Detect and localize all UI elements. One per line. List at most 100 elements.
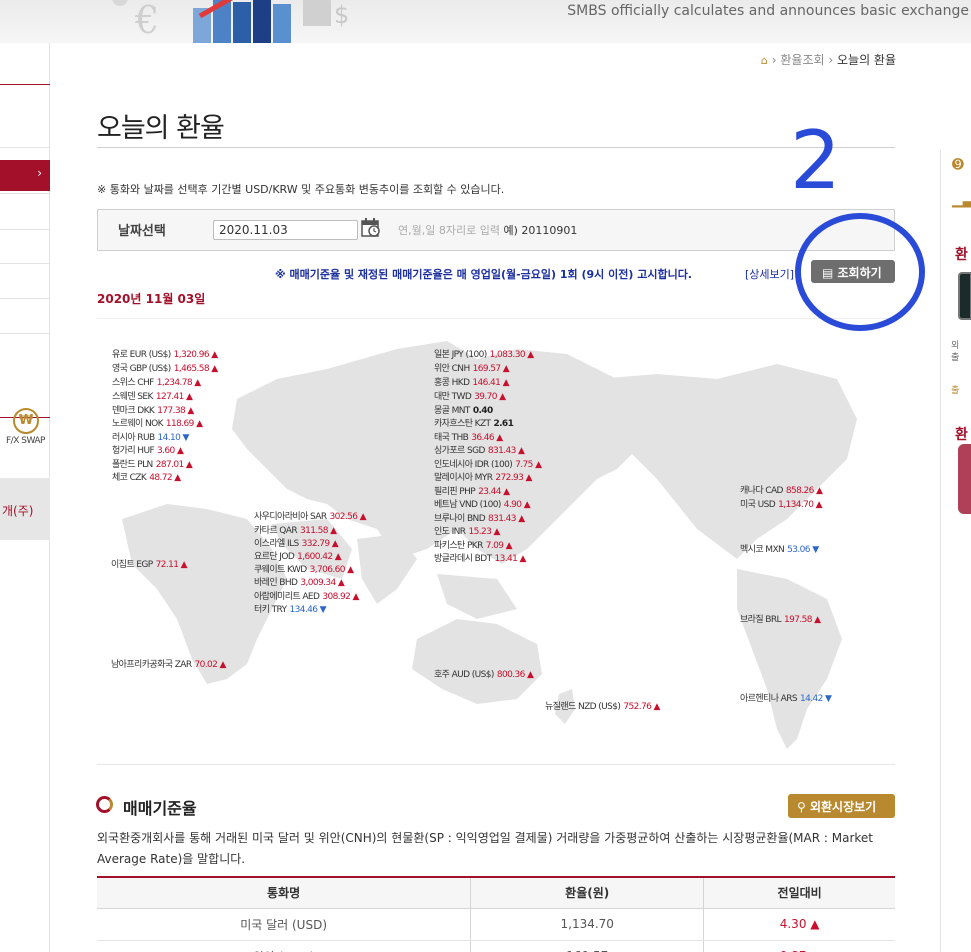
rate-item: 쿠웨이트 KWD 3,706.60 ▲ [254,564,354,576]
market-view-button[interactable]: ⚲ 외환시장보기 [788,794,895,818]
rate-item: 카타르 QAR 311.58 ▲ [254,525,337,537]
rate-item: 유로 EUR (US$) 1,320.96 ▲ [112,349,218,361]
rate-item: 브라질 BRL 197.58 ▲ [740,614,821,626]
rate-label: 터키 TRY [254,605,287,615]
rate-label: 폴란드 PLN [112,460,153,470]
rate-item: 이집트 EGP 72.11 ▲ [111,559,188,571]
date-hint-example: 예) 20110901 [503,224,578,237]
home-icon[interactable]: ⌂ [761,54,768,67]
rate-item: 스웨덴 SEK 127.41 ▲ [112,391,193,403]
currency-change: 4.30 ▲ [703,908,895,941]
column-header: 전일대비 [703,876,895,909]
rate-item: 호주 AUD (US$) 800.36 ▲ [434,669,534,681]
rate-label: 태국 THB [434,433,469,443]
rate-label: 이스라엘 ILS [254,539,299,549]
rate-label: 유로 EUR (US$) [112,350,171,360]
rate-item: 카자흐스탄 KZT 2.61 [434,418,514,430]
rate-label: 아르헨티나 ARS [740,694,798,704]
rate-item: 폴란드 PLN 287.01 ▲ [112,459,193,471]
rate-value: 118.69 [165,419,195,429]
rate-item: 뉴질랜드 NZD (US$) 752.76 ▲ [545,701,660,713]
rate-label: 스위스 CHF [112,378,154,388]
rate-value: 15.23 [468,527,492,537]
rate-item: 아르헨티나 ARS 14.42 ▼ [740,693,832,705]
calendar-icon[interactable] [361,218,381,238]
right-small-label[interactable]: 출 [951,385,959,397]
column-header: 통화명 [97,876,471,909]
rate-value: 858.26 [785,486,815,496]
rate-value: 831.43 [488,514,517,524]
svg-text:$: $ [334,1,349,29]
rate-item: 몽골 MNT 0.40 [434,405,493,417]
sidebar-divider [0,193,50,194]
rate-item: 홍콩 HKD 146.41 ▲ [434,377,509,389]
right-banner[interactable] [958,444,971,514]
rate-label: 인도 INR [434,527,466,537]
rate-label: 아랍에미리트 AED [254,592,320,602]
world-rate-map: 유로 EUR (US$) 1,320.96 ▲ 영국 GBP (US$) 1,465.… [97,318,895,765]
rate-label: 미국 USD [740,500,776,510]
arrow-up-icon: ▲ [524,670,534,680]
rate-item: 인도 INR 15.23 ▲ [434,526,500,538]
rate-label: 멕시코 MXN [740,545,785,555]
rate-item: 남아프리카공화국 ZAR 70.02 ▲ [111,659,226,671]
rate-item: 브루나이 BND 831.43 ▲ [434,513,525,525]
rate-value: 53.06 [787,545,810,555]
date-search-box: 날짜선택 연,월,일 8자리로 입력 예) 20110901 [97,209,895,251]
rate-label: 대만 TWD [434,392,472,402]
breadcrumb-current: 오늘의 환율 [836,53,896,67]
arrow-up-icon: ▲ [515,446,525,456]
rate-value: 7.75 [515,460,533,470]
rate-label: 베트남 VND (100) [434,500,501,510]
rate-item: 영국 GBP (US$) 1,465.58 ▲ [112,363,218,375]
arrow-up-icon: ▲ [517,554,526,564]
rate-item: 바레인 BHD 3,009.34 ▲ [254,577,345,589]
arrow-up-icon: ▲ [208,350,218,360]
rate-item: 위안 CNH 169.57 ▲ [434,363,510,375]
rate-item: 이스라엘 ILS 332.79 ▲ [254,538,339,550]
sidebar-divider [0,147,50,148]
rate-label: 체코 CZK [112,473,147,483]
rate-item: 필리핀 PHP 23.44 ▲ [434,486,510,498]
rate-label: 사우디아라비아 SAR [254,512,327,522]
breadcrumb-item[interactable]: 환율조회 [780,53,824,67]
rate-label: 바레인 BHD [254,578,298,588]
rate-item: 스위스 CHF 1,234.78 ▲ [112,377,201,389]
rate-label: 덴마크 DKK [112,406,155,416]
arrow-up-icon: ▲ [350,592,359,602]
rate-item: 파키스탄 PKR 7.09 ▲ [434,540,513,552]
svg-text:€: € [134,0,159,42]
rate-label: 헝가리 HUF [112,446,155,456]
rate-value: 169.57 [472,364,502,374]
rate-item: 일본 JPY (100) 1,083.30 ▲ [434,349,534,361]
sidebar-company-item[interactable]: 개(주) [0,478,50,540]
rate-value: 36.46 [471,433,495,443]
rate-item: 체코 CZK 48.72 ▲ [112,472,181,484]
rate-label: 방글라데시 BDT [434,554,492,564]
sidebar-divider [0,84,50,85]
rate-value: 0.40 [472,406,493,416]
sidebar-item-active[interactable]: › [0,160,50,191]
rate-item: 덴마크 DKK 177.38 ▲ [112,405,194,417]
rate-label: 몽골 MNT [434,406,470,416]
search-icon: ⚲ [797,800,810,814]
rate-label: 러시아 RUB [112,433,155,443]
rate-table: 통화명 환율(원) 전일대비 미국 달러 (USD) 1,134.70 4.30… [97,876,895,952]
rate-label: 필리핀 PHP [434,487,476,497]
arrow-up-icon: ▲ [178,560,188,570]
arrow-up-icon: ▲ [183,392,193,402]
currency-rate: 1,134.70 [470,908,704,941]
notice-text: ※ 매매기준율 및 재정된 매매기준율은 매 영업일(월-금요일) 1회 (9시… [275,268,692,281]
rate-item: 노르웨이 NOK 118.69 ▲ [112,418,203,430]
won-icon[interactable]: ₩ [13,408,39,434]
arrow-up-icon: ▲ [185,406,194,416]
rate-item: 아랍에미리트 AED 308.92 ▲ [254,591,359,603]
arrow-up-icon: ▲ [503,541,513,551]
date-input[interactable] [213,220,358,240]
date-hint: 연,월,일 8자리로 입력 예) 20110901 [398,224,578,237]
rate-label: 남아프리카공화국 ZAR [111,660,192,670]
rate-label: 호주 AUD (US$) [434,670,494,680]
annotation-overlay: 2 [790,120,925,331]
rate-item: 싱가포르 SGD 831.43 ▲ [434,445,525,457]
fxswap-label[interactable]: F/X SWAP [6,436,45,446]
